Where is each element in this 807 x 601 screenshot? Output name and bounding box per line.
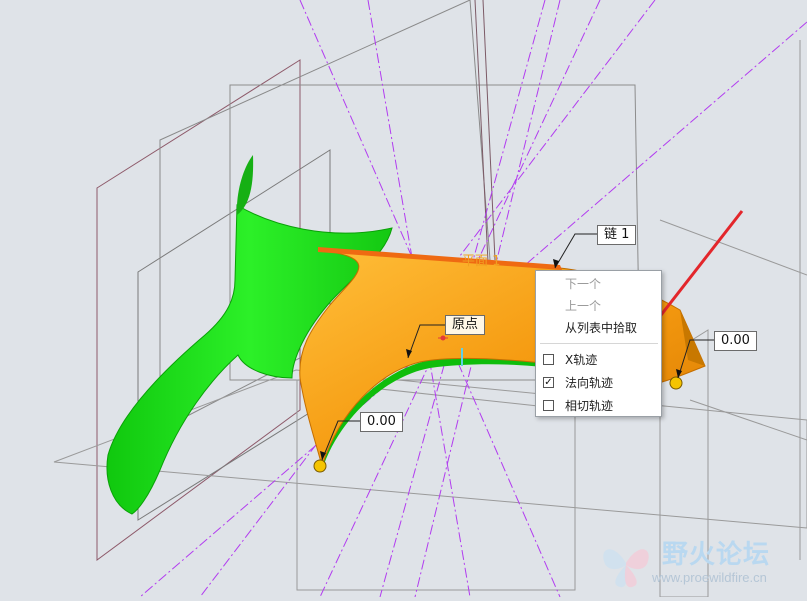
graphics-viewport[interactable]: 链 1 平面 1 原点 0.00 0.00 下一个 上一个 从列表中拾取 X轨迹…	[0, 0, 807, 598]
watermark-title: 野火论坛	[662, 540, 771, 570]
menu-item-label: 从列表中拾取	[565, 321, 638, 335]
menu-item-previous[interactable]: 上一个	[536, 296, 661, 316]
menu-item-pick-from-list[interactable]: 从列表中拾取	[536, 318, 661, 338]
menu-item-label: 下一个	[565, 277, 602, 291]
checkbox-x-trajectory[interactable]	[543, 354, 554, 365]
plane-label[interactable]: 平面 1	[462, 250, 500, 269]
checkbox-normal-trajectory[interactable]: ✓	[543, 377, 554, 388]
chain-label[interactable]: 链 1	[597, 225, 637, 245]
menu-item-label: X轨迹	[565, 353, 598, 367]
watermark-url: www.proewildfire.cn	[652, 570, 767, 585]
start-point-handle[interactable]	[313, 459, 327, 473]
menu-item-label: 上一个	[565, 299, 602, 313]
menu-item-x-trajectory[interactable]: X轨迹	[536, 350, 661, 370]
menu-item-tangent-trajectory[interactable]: 相切轨迹	[536, 396, 661, 416]
menu-separator	[540, 343, 658, 344]
end-value-label[interactable]: 0.00	[714, 331, 757, 351]
menu-item-label: 相切轨迹	[565, 399, 614, 413]
menu-item-normal-trajectory[interactable]: ✓ 法向轨迹	[536, 373, 661, 393]
context-menu: 下一个 上一个 从列表中拾取 X轨迹 ✓ 法向轨迹 相切轨迹	[535, 270, 662, 417]
menu-item-label: 法向轨迹	[565, 376, 614, 390]
start-value-label[interactable]: 0.00	[360, 412, 403, 432]
menu-item-next[interactable]: 下一个	[536, 274, 661, 294]
end-point-handle[interactable]	[669, 376, 683, 390]
origin-label[interactable]: 原点	[445, 315, 486, 335]
checkbox-tangent-trajectory[interactable]	[543, 400, 554, 411]
model-scene[interactable]	[0, 0, 807, 598]
forum-watermark: 野火论坛 www.proewildfire.cn	[596, 530, 807, 597]
butterfly-logo-icon	[603, 549, 649, 588]
